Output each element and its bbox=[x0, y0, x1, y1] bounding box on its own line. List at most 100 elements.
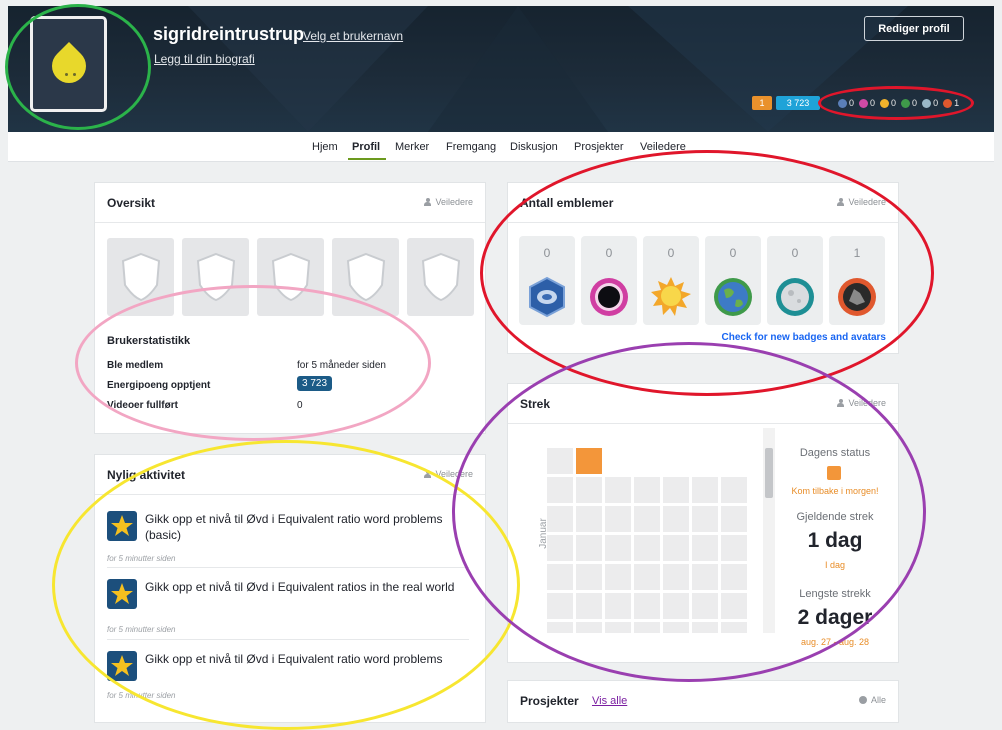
streak-day-cell bbox=[634, 593, 660, 619]
earth-badge-slot[interactable]: 0 bbox=[643, 236, 699, 325]
add-bio-link[interactable]: Legg til din biografi bbox=[154, 52, 255, 66]
stat-value: for 5 måneder siden bbox=[297, 360, 386, 371]
droplet-avatar-icon bbox=[44, 41, 94, 91]
nav-profil[interactable]: Profil bbox=[352, 141, 380, 153]
streak-day-cell bbox=[576, 448, 602, 474]
energy-points-pill: 3 723 bbox=[776, 96, 820, 110]
activity-time: for 5 minutter siden bbox=[107, 554, 176, 563]
badge-shield-slot[interactable] bbox=[257, 238, 324, 316]
moon-badge-icon bbox=[590, 278, 628, 316]
streak-day-cell bbox=[605, 593, 631, 619]
streak-day-cell bbox=[576, 535, 602, 561]
streak-day-cell bbox=[605, 477, 631, 503]
streak-day-cell bbox=[576, 622, 602, 633]
streak-day-cell bbox=[692, 593, 718, 619]
nav-diskusjon[interactable]: Diskusjon bbox=[510, 141, 558, 153]
profile-header: sigridreintrustrup Velg et brukernavn Le… bbox=[8, 6, 994, 132]
recent-activity-title: Nylig aktivitet bbox=[107, 468, 186, 482]
activity-item[interactable]: Gikk opp et nivå til Øvd i Equivalent ra… bbox=[107, 511, 469, 571]
sun-badge-slot[interactable]: 0 bbox=[705, 236, 761, 325]
avatar[interactable] bbox=[30, 16, 107, 112]
badge-shield-slot[interactable] bbox=[332, 238, 399, 316]
level-pill: 1 bbox=[752, 96, 772, 110]
calendar-scrollbar[interactable] bbox=[763, 428, 775, 633]
streak-calendar[interactable]: Januar bbox=[520, 428, 775, 633]
person-icon bbox=[837, 198, 845, 206]
black-hole-badge-icon bbox=[776, 278, 814, 316]
empty-shield-icon bbox=[196, 252, 235, 302]
streak-day-cell bbox=[605, 506, 631, 532]
activity-time: for 5 minutter siden bbox=[107, 625, 176, 634]
stat-value: 3 723 bbox=[297, 376, 333, 391]
user-stats-title: Brukerstatistikk bbox=[107, 335, 191, 347]
come-back-text: Kom tilbake i morgen! bbox=[791, 486, 879, 496]
streak-day-cell bbox=[547, 535, 573, 561]
star-icon bbox=[111, 655, 133, 676]
earth-badge-icon bbox=[880, 98, 890, 108]
badge-shield-slot[interactable] bbox=[107, 238, 174, 316]
streak-day-cell bbox=[721, 535, 747, 561]
current-streak-value: 1 dag bbox=[807, 529, 863, 552]
activity-item[interactable]: Gikk opp et nivå til Øvd i Equivalent ra… bbox=[107, 579, 469, 640]
meteorite-badge-slot[interactable]: 0 bbox=[519, 236, 575, 325]
current-streak-label: Gjeldende strek bbox=[796, 511, 874, 523]
recent-guides-link[interactable]: Veiledere bbox=[424, 469, 473, 479]
streak-day-cell bbox=[547, 622, 573, 633]
scrollbar-thumb[interactable] bbox=[765, 448, 773, 498]
streak-day-cell bbox=[634, 535, 660, 561]
nav-prosjekter[interactable]: Prosjekter bbox=[574, 141, 624, 153]
streak-day-cell bbox=[576, 593, 602, 619]
current-streak-sub: I dag bbox=[824, 560, 846, 570]
nav-merker[interactable]: Merker bbox=[395, 141, 429, 153]
header-badge-counts: 0 0 0 0 0 1 bbox=[838, 96, 962, 110]
streak-day-cell bbox=[663, 564, 689, 590]
streak-day-cell bbox=[663, 477, 689, 503]
projects-filter[interactable]: Alle bbox=[858, 695, 886, 705]
streak-day-cell bbox=[721, 477, 747, 503]
check-new-badges-link[interactable]: Check for new badges and avatars bbox=[721, 332, 886, 343]
choose-username-link[interactable]: Velg et brukernavn bbox=[303, 29, 403, 43]
edit-profile-button[interactable]: Rediger profil bbox=[864, 16, 964, 41]
streak-day-cell bbox=[576, 564, 602, 590]
streak-day-cell bbox=[547, 448, 573, 474]
streak-day-cell bbox=[721, 593, 747, 619]
black-hole-badge-slot[interactable]: 0 bbox=[767, 236, 823, 325]
globe-icon bbox=[858, 696, 867, 704]
streak-day-cell bbox=[547, 506, 573, 532]
streak-day-cell bbox=[634, 564, 660, 590]
sun-badge-icon bbox=[901, 98, 911, 108]
badges-guides-link[interactable]: Veiledere bbox=[837, 197, 886, 207]
streak-day-cell bbox=[692, 564, 718, 590]
sun-badge-icon bbox=[651, 277, 691, 316]
moon-badge-slot[interactable]: 0 bbox=[581, 236, 637, 325]
earth-badge-icon bbox=[714, 278, 752, 316]
star-icon bbox=[111, 583, 133, 604]
challenge-patch-badge-slot[interactable]: 1 bbox=[829, 236, 885, 325]
streak-day-cell bbox=[692, 622, 718, 633]
nav-fremgang[interactable]: Fremgang bbox=[446, 141, 496, 153]
activity-item[interactable]: Gikk opp et nivå til Øvd i Equivalent ra… bbox=[107, 651, 469, 711]
activity-text: Gikk opp et nivå til Øvd i Equivalent ra… bbox=[145, 652, 443, 666]
streak-day-cell bbox=[605, 622, 631, 633]
nav-hjem[interactable]: Hjem bbox=[312, 141, 338, 153]
overview-guides-link[interactable]: Veiledere bbox=[424, 197, 473, 207]
streak-day-cell bbox=[721, 506, 747, 532]
meteorite-badge-icon bbox=[838, 98, 847, 108]
streak-day-cell bbox=[692, 506, 718, 532]
today-status-square bbox=[827, 466, 841, 480]
streak-guides-link[interactable]: Veiledere bbox=[837, 398, 886, 408]
projects-card: Prosjekter Vis alle Alle bbox=[507, 680, 899, 723]
meteorite-badge-icon bbox=[529, 276, 565, 318]
nav-veiledere[interactable]: Veiledere bbox=[640, 141, 686, 153]
streak-day-cell bbox=[692, 535, 718, 561]
streak-day-cell bbox=[634, 622, 660, 633]
streak-day-cell bbox=[663, 506, 689, 532]
badge-shield-slot[interactable] bbox=[182, 238, 249, 316]
recent-activity-card: Nylig aktivitet Veiledere Gikk opp et ni… bbox=[94, 454, 486, 723]
badge-shield-slot[interactable] bbox=[407, 238, 474, 316]
active-tab-underline bbox=[348, 158, 386, 160]
stat-label: Ble medlem bbox=[107, 360, 164, 371]
overview-title: Oversikt bbox=[107, 196, 156, 210]
moon-badge-icon bbox=[859, 98, 869, 108]
see-all-projects-link[interactable]: Vis alle bbox=[592, 695, 627, 707]
